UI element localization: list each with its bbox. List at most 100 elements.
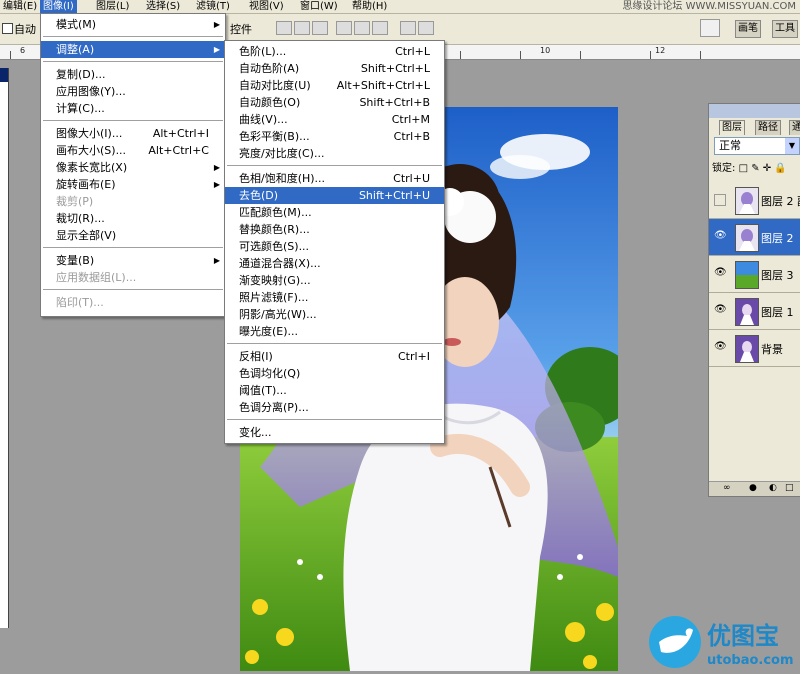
- menu-item-3[interactable]: 自动对比度(U) Alt+Shift+Ctrl+L: [225, 77, 444, 94]
- align-bottom-icon[interactable]: [312, 21, 328, 35]
- eye-icon[interactable]: 👁: [714, 268, 727, 278]
- layer-thumbnail: [735, 335, 759, 363]
- menu-item-1[interactable]: 模式(M) ▶: [41, 16, 225, 33]
- menu-item-18: 应用数据组(L)...: [41, 269, 225, 286]
- eye-icon[interactable]: 👁: [714, 231, 727, 241]
- menu-item-9[interactable]: 色相/饱和度(H)... Ctrl+U: [225, 170, 444, 187]
- layer-name: 图层 3: [761, 269, 794, 282]
- align-vcenter-icon[interactable]: [294, 21, 310, 35]
- menu-item-12[interactable]: 旋转画布(E) ▶: [41, 176, 225, 193]
- menu-item-22[interactable]: 阈值(T)...: [225, 382, 444, 399]
- lock-transparency-icon[interactable]: □: [739, 163, 748, 174]
- menu-item-17[interactable]: 变量(B) ▶: [41, 252, 225, 269]
- layer-row[interactable]: 👁 图层 2: [709, 219, 800, 256]
- menu-item-21[interactable]: 色调均化(Q): [225, 365, 444, 382]
- menu-item-13: 裁剪(P): [41, 193, 225, 210]
- menu-item-20[interactable]: 反相(I) Ctrl+I: [225, 348, 444, 365]
- lock-all-icon[interactable]: 🔒: [774, 163, 786, 174]
- menu-item-2[interactable]: 自动色阶(A) Shift+Ctrl+L: [225, 60, 444, 77]
- menu-item-1[interactable]: 色阶(L)... Ctrl+L: [225, 43, 444, 60]
- menu-item-16[interactable]: 照片滤镜(F)...: [225, 289, 444, 306]
- menu-item-label: 曝光度(E)...: [239, 325, 299, 338]
- menu-item-6[interactable]: 应用图像(Y)...: [41, 83, 225, 100]
- menu-item-11[interactable]: 匹配颜色(M)...: [225, 204, 444, 221]
- menu-layer[interactable]: 图层(L): [93, 0, 132, 13]
- menu-item-3[interactable]: 调整(A) ▶: [41, 41, 225, 58]
- submenu-arrow-icon: ▶: [213, 163, 220, 172]
- eye-icon[interactable]: 👁: [714, 342, 727, 352]
- menu-item-label: 裁剪(P): [56, 195, 94, 208]
- menu-item-7[interactable]: 计算(C)...: [41, 100, 225, 117]
- menu-filter[interactable]: 滤镜(T): [193, 0, 233, 13]
- tab-tool-presets[interactable]: 工具: [772, 20, 798, 38]
- menu-item-12[interactable]: 替换颜色(R)...: [225, 221, 444, 238]
- menu-item-6[interactable]: 色彩平衡(B)... Ctrl+B: [225, 128, 444, 145]
- align-hcenter-icon[interactable]: [354, 21, 370, 35]
- menu-item-15[interactable]: 渐变映射(G)...: [225, 272, 444, 289]
- menu-item-23[interactable]: 色调分离(P)...: [225, 399, 444, 416]
- layer-name: 图层 2 副: [761, 195, 800, 208]
- menu-item-4[interactable]: 自动颜色(O) Shift+Ctrl+B: [225, 94, 444, 111]
- menu-item-label: 曲线(V)...: [239, 113, 288, 126]
- tab-layers[interactable]: 图层: [719, 120, 745, 135]
- menu-item-label: 计算(C)...: [56, 102, 105, 115]
- menu-item-shortcut: Shift+Ctrl+U: [358, 189, 430, 202]
- layer-name: 图层 2: [761, 232, 794, 245]
- blend-mode-value: 正常: [719, 139, 741, 152]
- menu-help[interactable]: 帮助(H): [349, 0, 390, 13]
- distribute-vcenter-icon[interactable]: [418, 21, 434, 35]
- align-right-icon[interactable]: [372, 21, 388, 35]
- menu-item-label: 自动色阶(A): [239, 62, 300, 75]
- align-top-icon[interactable]: [276, 21, 292, 35]
- menu-item-label: 可选颜色(S)...: [239, 240, 310, 253]
- visibility-toggle[interactable]: [714, 194, 726, 206]
- menu-item-14[interactable]: 裁切(R)...: [41, 210, 225, 227]
- layer-style-icon[interactable]: ●: [749, 483, 757, 493]
- menu-item-label: 变量(B): [56, 254, 95, 267]
- tab-brushes[interactable]: 画笔: [735, 20, 761, 38]
- image-menu: 模式(M) ▶ 调整(A) ▶ 复制(D)... 应用图像(Y)... 计算(C)... 图像…: [40, 13, 226, 317]
- menu-item-10[interactable]: 去色(D) Shift+Ctrl+U: [225, 187, 444, 204]
- layer-row[interactable]: 👁 背景: [709, 330, 800, 367]
- menu-edit[interactable]: 编辑(E): [0, 0, 40, 13]
- tab-channels[interactable]: 通: [789, 120, 800, 135]
- menu-select[interactable]: 选择(S): [143, 0, 183, 13]
- menu-item-17[interactable]: 阴影/高光(W)...: [225, 306, 444, 323]
- menu-item-5[interactable]: 曲线(V)... Ctrl+M: [225, 111, 444, 128]
- adjustment-layer-icon[interactable]: ◐: [769, 483, 777, 493]
- new-group-icon[interactable]: □: [785, 483, 794, 493]
- menu-item-label: 替换颜色(R)...: [239, 223, 310, 236]
- layer-row[interactable]: 👁 图层 3: [709, 256, 800, 293]
- auto-select-checkbox[interactable]: [2, 23, 13, 34]
- menu-item-9[interactable]: 图像大小(I)... Alt+Ctrl+I: [41, 125, 225, 142]
- menu-item-13[interactable]: 可选颜色(S)...: [225, 238, 444, 255]
- blend-mode-select[interactable]: 正常 ▼: [714, 137, 800, 155]
- menu-item-14[interactable]: 通道混合器(X)...: [225, 255, 444, 272]
- menu-item-15[interactable]: 显示全部(V): [41, 227, 225, 244]
- lock-position-icon[interactable]: ✛: [763, 163, 771, 174]
- layer-row[interactable]: 图层 2 副: [709, 182, 800, 219]
- menu-item-20: 陷印(T)...: [41, 294, 225, 311]
- menu-item-5[interactable]: 复制(D)...: [41, 66, 225, 83]
- menu-item-label: 复制(D)...: [56, 68, 106, 81]
- lock-image-icon[interactable]: ✎: [751, 163, 759, 174]
- tab-paths[interactable]: 路径: [755, 120, 781, 135]
- align-left-icon[interactable]: [336, 21, 352, 35]
- menu-view[interactable]: 视图(V): [246, 0, 287, 13]
- layer-row[interactable]: 👁 图层 1: [709, 293, 800, 330]
- layer-name: 背景: [761, 343, 783, 356]
- distribute-top-icon[interactable]: [400, 21, 416, 35]
- menu-item-18[interactable]: 曝光度(E)...: [225, 323, 444, 340]
- menu-item-25[interactable]: 变化...: [225, 424, 444, 441]
- menu-image[interactable]: 图像(I): [40, 0, 77, 13]
- eye-icon[interactable]: 👁: [714, 305, 727, 315]
- menu-item-label: 自动颜色(O): [239, 96, 301, 109]
- menu-window[interactable]: 窗口(W): [297, 0, 341, 13]
- ruler-number: 6: [20, 46, 26, 55]
- menu-bar: 编辑(E) 图像(I) 图层(L) 选择(S) 滤镜(T) 视图(V) 窗口(W…: [0, 0, 800, 14]
- palette-well-icon[interactable]: [700, 19, 720, 37]
- menu-item-10[interactable]: 画布大小(S)... Alt+Ctrl+C: [41, 142, 225, 159]
- menu-item-11[interactable]: 像素长宽比(X) ▶: [41, 159, 225, 176]
- link-layers-icon[interactable]: ∞: [723, 483, 731, 493]
- menu-item-7[interactable]: 亮度/对比度(C)...: [225, 145, 444, 162]
